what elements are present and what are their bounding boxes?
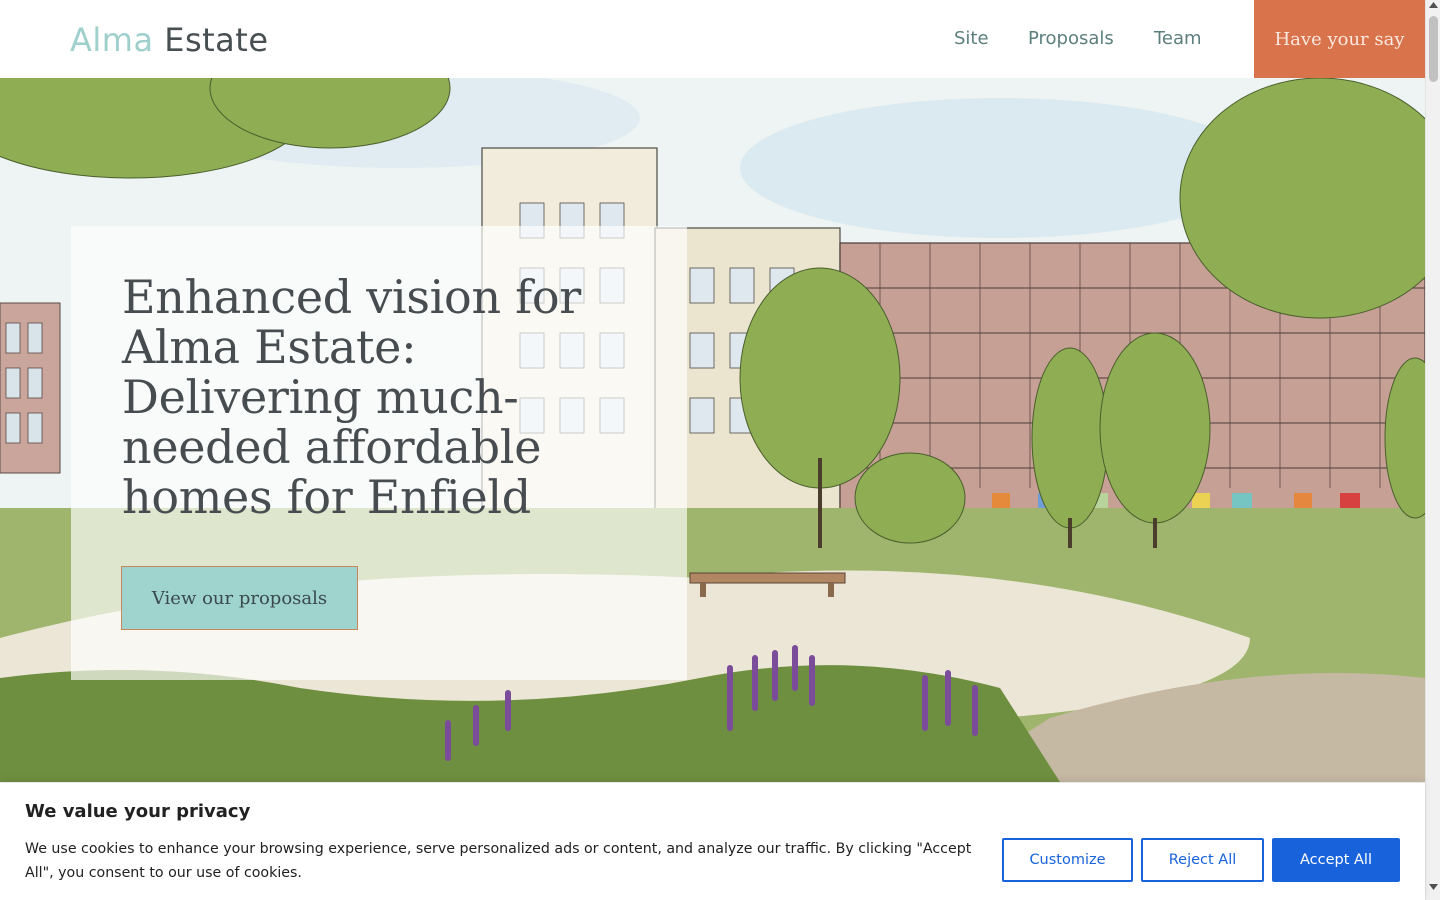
hero-card: Enhanced vision for Alma Estate: Deliver… (71, 226, 687, 680)
nav-item-site[interactable]: Site (954, 27, 989, 51)
site-logo[interactable]: Alma Estate (70, 20, 269, 60)
nav-item-team[interactable]: Team (1154, 27, 1202, 51)
cookie-banner-text: We use cookies to enhance your browsing … (25, 841, 972, 881)
customize-button[interactable]: Customize (1002, 838, 1133, 882)
site-header: Alma Estate Site Proposals Team Have you… (0, 0, 1425, 78)
page-scrollbar[interactable] (1425, 0, 1440, 900)
nav-item-proposals[interactable]: Proposals (1028, 27, 1114, 51)
cookie-banner: We value your privacy We use cookies to … (0, 782, 1425, 900)
hero-title: Enhanced vision for Alma Estate: Deliver… (122, 270, 581, 524)
scrollbar-thumb[interactable] (1429, 16, 1438, 82)
reject-all-button[interactable]: Reject All (1141, 838, 1264, 882)
accept-all-button[interactable]: Accept All (1272, 838, 1400, 882)
logo-word-alma: Alma (70, 21, 154, 59)
hero-section: Enhanced vision for Alma Estate: Deliver… (0, 78, 1425, 782)
cookie-banner-title: We value your privacy (25, 801, 251, 822)
scroll-up-arrow-icon[interactable] (1426, 2, 1440, 14)
have-your-say-button[interactable]: Have your say (1254, 0, 1425, 78)
logo-word-estate: Estate (164, 21, 269, 59)
view-proposals-button[interactable]: View our proposals (121, 566, 358, 630)
scroll-down-arrow-icon[interactable] (1426, 884, 1440, 896)
